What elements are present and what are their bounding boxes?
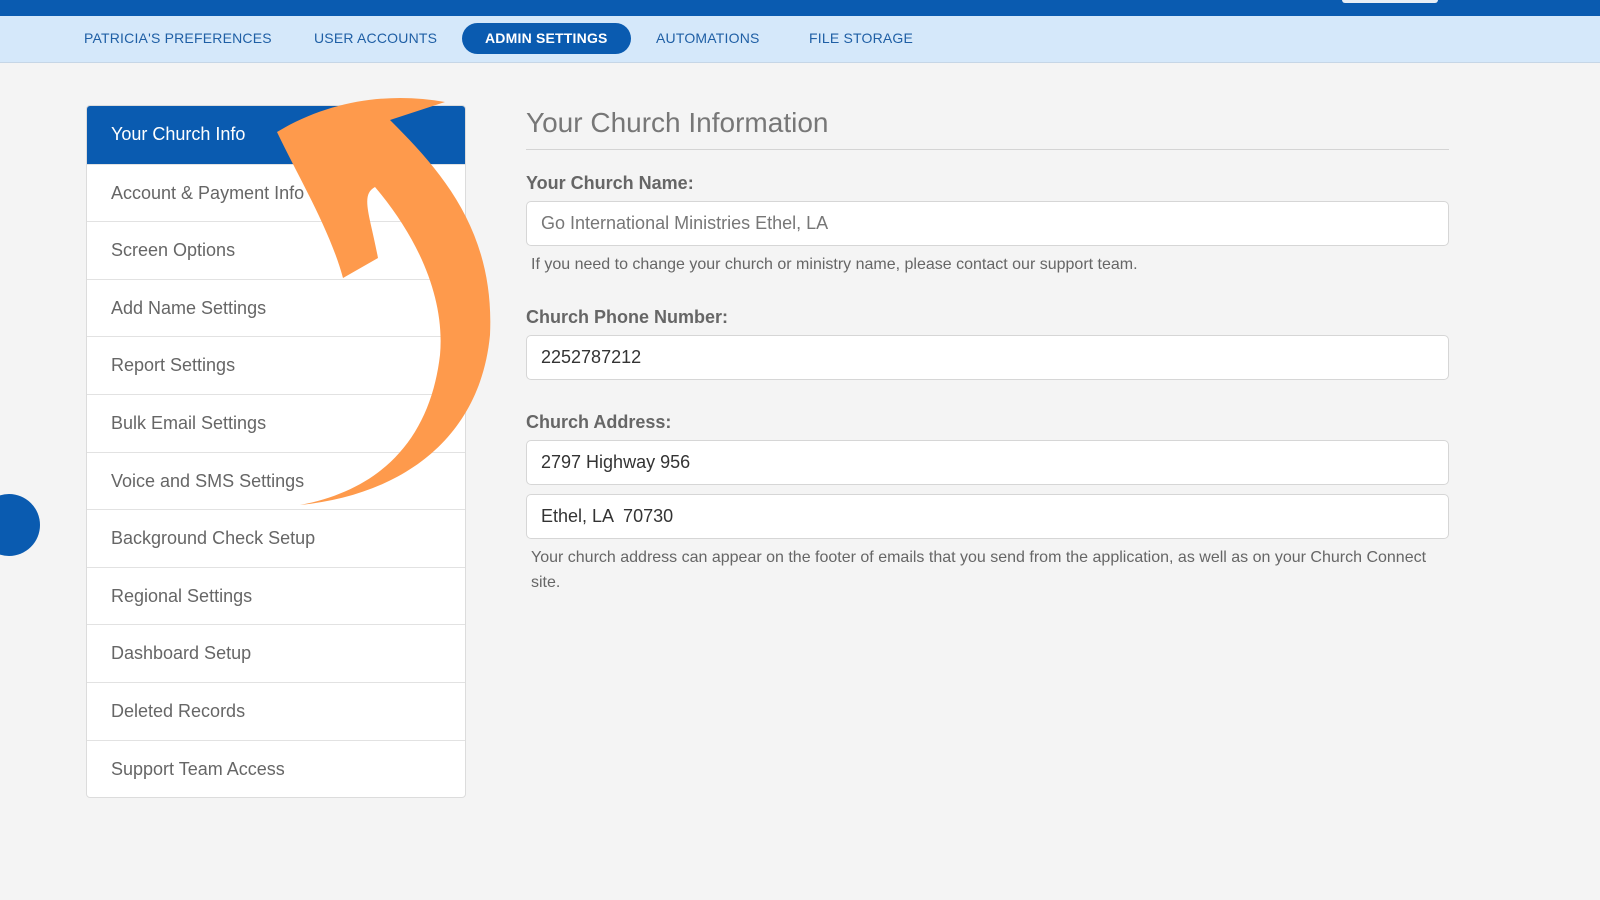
tab-automations[interactable]: AUTOMATIONS (656, 23, 760, 54)
church-address-line2-input[interactable] (526, 494, 1449, 539)
church-address-label: Church Address: (526, 412, 672, 432)
sidebar-item-background-check-setup[interactable]: Background Check Setup (87, 509, 465, 567)
church-phone-input[interactable] (526, 335, 1449, 380)
sidebar-item-add-name-settings[interactable]: Add Name Settings (87, 278, 465, 337)
top-header-bar (0, 0, 1600, 16)
church-address-line1-input[interactable] (526, 440, 1449, 485)
sidebar-item-account-payment-info[interactable]: Account & Payment Info (87, 163, 465, 222)
sidebar-item-report-settings[interactable]: Report Settings (87, 336, 465, 394)
sidebar-item-your-church-info[interactable]: Your Church Info (87, 106, 465, 164)
church-name-label: Your Church Name: (526, 173, 694, 193)
tab-patricias-preferences[interactable]: PATRICIA'S PREFERENCES (84, 23, 272, 54)
help-bubble-button[interactable] (0, 494, 40, 556)
sidebar-item-support-team-access[interactable]: Support Team Access (87, 739, 465, 798)
page-title: Your Church Information (526, 104, 1449, 150)
sidebar-item-dashboard-setup[interactable]: Dashboard Setup (87, 624, 465, 682)
sidebar-item-deleted-records[interactable]: Deleted Records (87, 681, 465, 740)
tab-admin-settings[interactable]: ADMIN SETTINGS (462, 23, 631, 54)
sidebar-item-screen-options[interactable]: Screen Options (87, 221, 465, 279)
sidebar-item-bulk-email-settings[interactable]: Bulk Email Settings (87, 393, 465, 452)
tab-user-accounts[interactable]: USER ACCOUNTS (314, 23, 437, 54)
church-info-panel: Your Church Information Your Church Name… (526, 104, 1449, 608)
church-name-input[interactable] (526, 201, 1449, 246)
church-phone-label: Church Phone Number: (526, 307, 729, 327)
admin-navbar: PATRICIA'S PREFERENCES USER ACCOUNTS ADM… (0, 16, 1600, 63)
church-name-help: If you need to change your church or min… (531, 256, 1138, 273)
settings-sidebar: Your Church Info Account & Payment Info … (86, 105, 466, 799)
tab-file-storage[interactable]: FILE STORAGE (809, 23, 913, 54)
church-address-help: Your church address can appear on the fo… (531, 549, 1427, 591)
sidebar-item-voice-sms-settings[interactable]: Voice and SMS Settings (87, 451, 465, 510)
sidebar-item-regional-settings[interactable]: Regional Settings (87, 566, 465, 625)
header-tab-edge (1342, 0, 1438, 3)
